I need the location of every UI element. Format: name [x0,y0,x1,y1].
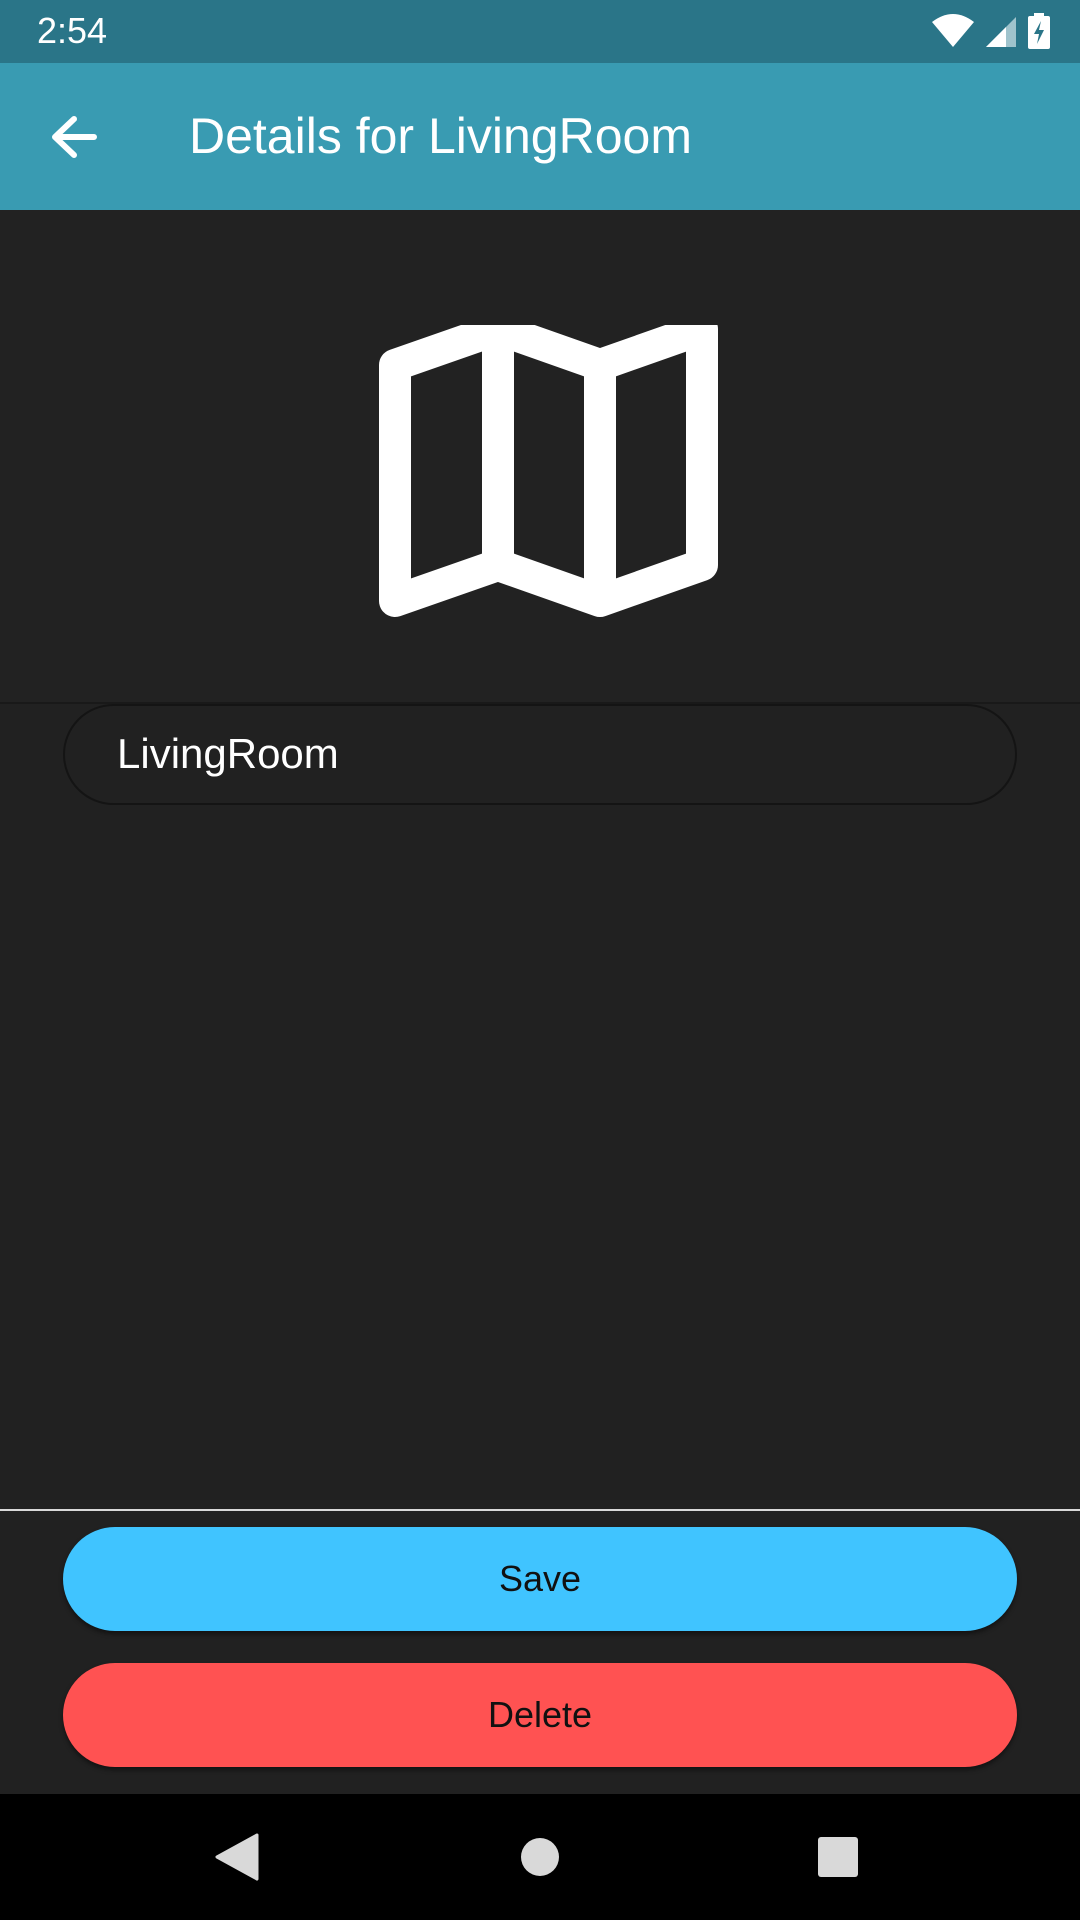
system-nav-bar [0,1794,1080,1920]
room-name-value: LivingRoom [117,730,339,777]
nav-home-icon [521,1838,559,1876]
nav-home-button[interactable] [507,1824,573,1890]
delete-button[interactable]: Delete [63,1663,1017,1767]
arrow-back-icon [51,115,97,158]
status-bar: 2:54 [0,0,1080,63]
page-title: Details for LivingRoom [189,108,692,164]
status-icons [932,13,1050,49]
nav-back-button[interactable] [204,1824,270,1890]
room-icon-area [0,210,1080,704]
nav-recents-button[interactable] [805,1824,871,1890]
nav-back-icon [215,1833,259,1881]
back-button[interactable] [36,99,111,174]
nav-recents-icon [818,1837,858,1877]
status-time: 2:54 [37,10,108,51]
room-name-field[interactable]: LivingRoom [63,704,1017,805]
app-bar: Details for LivingRoom [0,63,1080,210]
divider [0,1509,1080,1511]
battery-charging-icon [1028,13,1050,49]
wifi-icon [932,14,974,47]
save-button[interactable]: Save [63,1527,1017,1631]
map-icon[interactable] [375,325,745,620]
cell-signal-icon [986,17,1016,47]
